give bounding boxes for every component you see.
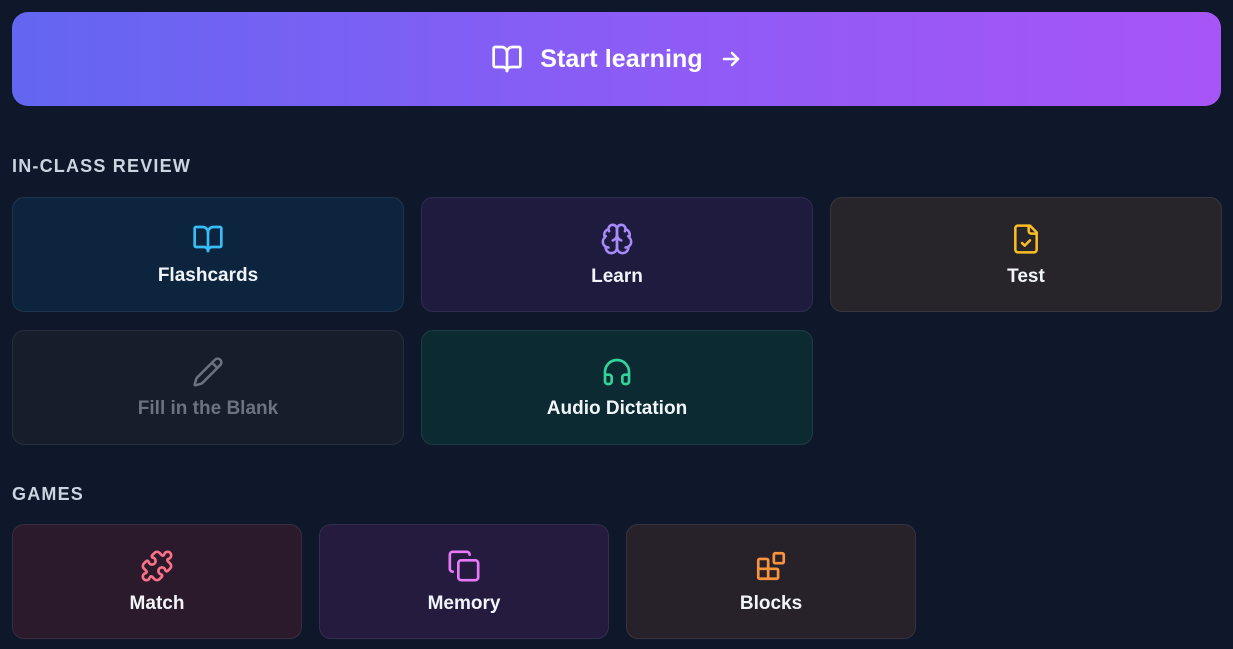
blocks-label: Blocks bbox=[739, 592, 803, 614]
test-label: Test bbox=[1007, 265, 1045, 287]
puzzle-icon bbox=[140, 549, 174, 583]
pencil-icon bbox=[192, 356, 224, 388]
match-card[interactable]: Match bbox=[12, 524, 302, 639]
audio-dictation-label: Audio Dictation bbox=[546, 397, 688, 419]
in-class-review-grid: Flashcards Learn Test Fill in the Blank … bbox=[12, 197, 1222, 445]
blocks-card[interactable]: Blocks bbox=[626, 524, 916, 639]
audio-dictation-card[interactable]: Audio Dictation bbox=[421, 330, 813, 445]
blocks-icon bbox=[754, 549, 788, 583]
fill-in-the-blank-label: Fill in the Blank bbox=[137, 397, 279, 419]
start-learning-button[interactable]: Start learning bbox=[12, 12, 1221, 106]
flashcards-label: Flashcards bbox=[157, 264, 259, 286]
learn-label: Learn bbox=[591, 265, 643, 287]
headphones-icon bbox=[600, 356, 634, 388]
match-label: Match bbox=[129, 592, 185, 614]
study-modes-panel: Start learning IN-CLASS REVIEW Flashcard… bbox=[0, 0, 1233, 649]
games-grid: Match Memory Blocks bbox=[12, 524, 1221, 639]
section-title-games: GAMES bbox=[12, 484, 85, 504]
arrow-right-icon bbox=[719, 47, 743, 71]
section-title-in-class-review: IN-CLASS REVIEW bbox=[12, 156, 192, 176]
learn-card[interactable]: Learn bbox=[421, 197, 813, 312]
test-card[interactable]: Test bbox=[830, 197, 1222, 312]
start-learning-label: Start learning bbox=[540, 44, 703, 73]
book-open-icon bbox=[191, 223, 225, 255]
copy-icon bbox=[447, 549, 481, 583]
memory-card[interactable]: Memory bbox=[319, 524, 609, 639]
file-check-icon bbox=[1010, 222, 1042, 256]
flashcards-card[interactable]: Flashcards bbox=[12, 197, 404, 312]
book-open-icon bbox=[490, 43, 524, 75]
brain-icon bbox=[600, 222, 634, 256]
memory-label: Memory bbox=[427, 592, 501, 614]
fill-in-the-blank-card[interactable]: Fill in the Blank bbox=[12, 330, 404, 445]
